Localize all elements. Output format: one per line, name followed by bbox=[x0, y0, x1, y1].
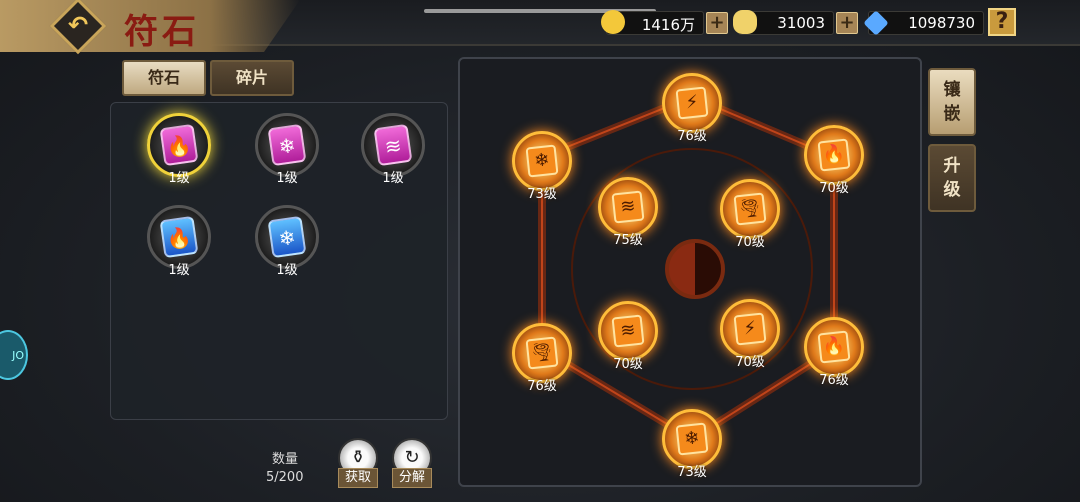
board-rune-slot[interactable]: 🔥 bbox=[804, 125, 864, 185]
crystal-counter: 1098730 bbox=[863, 10, 984, 36]
rune-level-label: 1级 bbox=[382, 171, 404, 186]
ingot-counter: 31003 bbox=[733, 10, 834, 35]
upgrade-button[interactable]: 升 级 bbox=[928, 144, 976, 212]
crystal-value: 1098730 bbox=[908, 14, 975, 32]
lightning-rune-icon: ⚡ bbox=[733, 312, 767, 346]
board-rune-slot[interactable]: 🔥 bbox=[804, 317, 864, 377]
obtain-label[interactable]: 获取 bbox=[338, 468, 378, 488]
crystal-icon bbox=[863, 10, 889, 36]
tornado-rune-icon: 🌪 bbox=[525, 336, 559, 370]
ingot-icon bbox=[733, 10, 757, 34]
snowflake-rune-icon: ❄ bbox=[675, 422, 709, 456]
snowflake-rune-icon: ❄ bbox=[525, 144, 559, 178]
claw-rune-icon: ≋ bbox=[611, 190, 645, 224]
rune-level-label: 70级 bbox=[735, 235, 765, 250]
rune-level-label: 70级 bbox=[735, 355, 765, 370]
board-rune-slot[interactable]: ≋ bbox=[598, 177, 658, 237]
floating-side-icon[interactable]: JO bbox=[0, 330, 28, 380]
tab-runes[interactable]: 符石 bbox=[122, 60, 206, 96]
lightning-rune-icon: ⚡ bbox=[675, 86, 709, 120]
rune-level-label: 1级 bbox=[276, 171, 298, 186]
rune-level-label: 73级 bbox=[527, 187, 557, 202]
board-rune-slot[interactable]: 🌪 bbox=[512, 323, 572, 383]
rune-level-label: 76级 bbox=[527, 379, 557, 394]
fire-rune-icon: 🔥 bbox=[817, 330, 851, 364]
ingot-value: 31003 bbox=[777, 14, 825, 32]
yin-yang-icon bbox=[665, 239, 725, 299]
fire-rune-icon: 🔥 bbox=[817, 138, 851, 172]
claw-rune-icon: ≋ bbox=[611, 314, 645, 348]
claw-rune-icon: ≋ bbox=[373, 123, 413, 167]
inlay-button[interactable]: 镶 嵌 bbox=[928, 68, 976, 136]
rune-level-label: 73级 bbox=[677, 465, 707, 480]
rune-level-label: 70级 bbox=[819, 181, 849, 196]
fire-rune-icon: 🔥 bbox=[159, 123, 199, 167]
rune-inventory-panel: 🔥 1级 ❄ 1级 ≋ 1级 🔥 1级 ❄ 1级 bbox=[110, 102, 448, 420]
rune-board-panel: ⚡ 76级 ❄ 73级 🔥 70级 ≋ 75级 🌪 70级 🌪 76级 ≋ 70… bbox=[458, 57, 922, 487]
tornado-rune-icon: 🌪 bbox=[733, 192, 767, 226]
snowflake-rune-icon: ❄ bbox=[267, 123, 307, 167]
page-title: 符石 bbox=[124, 12, 200, 52]
board-rune-slot[interactable]: 🌪 bbox=[720, 179, 780, 239]
rune-level-label: 1级 bbox=[168, 171, 190, 186]
quantity-value: 5/200 bbox=[266, 470, 304, 485]
add-ingot-button[interactable]: + bbox=[836, 12, 858, 34]
rune-level-label: 76级 bbox=[819, 373, 849, 388]
add-gold-button[interactable]: + bbox=[706, 12, 728, 34]
board-rune-slot[interactable]: ≋ bbox=[598, 301, 658, 361]
help-button[interactable]: ? bbox=[988, 8, 1016, 36]
board-rune-slot[interactable]: ❄ bbox=[662, 409, 722, 469]
board-rune-slot[interactable]: ❄ bbox=[512, 131, 572, 191]
rune-level-label: 1级 bbox=[276, 263, 298, 278]
back-arrow-icon[interactable]: ↶ bbox=[66, 10, 90, 40]
quantity-label: 数量 bbox=[272, 452, 299, 467]
snowflake-rune-icon: ❄ bbox=[267, 215, 307, 259]
decompose-label[interactable]: 分解 bbox=[392, 468, 432, 488]
rune-level-label: 75级 bbox=[613, 233, 643, 248]
rune-level-label: 76级 bbox=[677, 129, 707, 144]
fire-rune-icon: 🔥 bbox=[159, 215, 199, 259]
board-rune-slot[interactable]: ⚡ bbox=[662, 73, 722, 133]
tab-fragments[interactable]: 碎片 bbox=[210, 60, 294, 96]
rune-level-label: 1级 bbox=[168, 263, 190, 278]
board-rune-slot[interactable]: ⚡ bbox=[720, 299, 780, 359]
gold-counter: 1416万 bbox=[601, 10, 704, 35]
rune-level-label: 70级 bbox=[613, 357, 643, 372]
gold-coin-icon bbox=[601, 10, 625, 34]
gold-value: 1416万 bbox=[641, 16, 695, 34]
